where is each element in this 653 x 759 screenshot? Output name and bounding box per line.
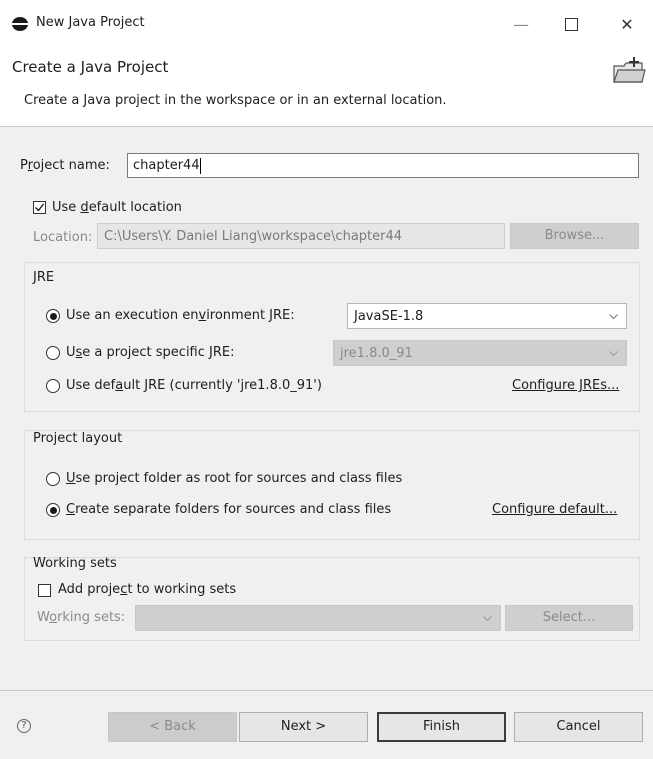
location-input[interactable]: C:\Users\Y. Daniel Liang\workspace\chapt… [97,223,505,249]
select-working-sets-button[interactable]: Select... [505,605,633,631]
next-button[interactable]: Next > [239,712,368,742]
checkmark-icon [35,203,45,212]
separate-folders-label: Create separate folders for sources and … [66,502,392,517]
close-button[interactable]: ✕ [604,10,650,40]
eclipse-app-icon [12,17,28,31]
project-folder-root-label: Use project folder as root for sources a… [66,471,403,486]
chevron-down-icon [609,351,618,357]
separate-folders-radio[interactable] [46,503,60,517]
new-project-folder-icon [613,57,646,83]
execution-env-select[interactable]: JavaSE-1.8 [347,303,627,329]
working-sets-group-label: Working sets [33,556,117,571]
chevron-down-icon [483,616,492,622]
configure-jres-link[interactable]: Configure JREs... [512,378,619,393]
add-to-working-sets-checkbox[interactable] [38,584,51,597]
browse-button[interactable]: Browse... [510,223,639,249]
use-default-location-label: Use default location [52,200,182,215]
working-sets-label: Working sets: [37,610,126,625]
text-cursor [200,158,201,174]
maximize-icon [564,18,578,31]
execution-env-jre-label: Use an execution environment JRE: [66,308,295,323]
project-specific-jre-label: Use a project specific JRE: [66,345,235,360]
footer-separator [0,690,653,691]
wizard-description: Create a Java project in the workspace o… [24,93,447,108]
project-layout-group-label: Project layout [33,431,123,446]
project-folder-root-radio[interactable] [46,472,60,486]
jre-group-label: JRE [33,270,55,285]
execution-env-jre-radio[interactable] [46,309,60,323]
add-to-working-sets-label: Add project to working sets [58,582,237,597]
window-title: New Java Project [36,15,145,30]
use-default-location-checkbox[interactable] [33,201,46,214]
project-name-label: Project name: [20,158,110,173]
wizard-title: Create a Java Project [12,58,169,76]
back-button[interactable]: < Back [108,712,237,742]
minimize-button[interactable]: — [498,10,544,40]
configure-default-link[interactable]: Configure default... [492,502,617,517]
wizard-header: Create a Java Project Create a Java proj… [0,48,653,127]
location-label: Location: [33,230,93,245]
finish-button[interactable]: Finish [377,712,506,742]
project-name-input[interactable]: chapter44 [127,153,639,178]
default-jre-label: Use default JRE (currently 'jre1.8.0_91'… [66,378,322,393]
default-jre-radio[interactable] [46,379,60,393]
maximize-button[interactable] [548,10,594,40]
cancel-button[interactable]: Cancel [514,712,643,742]
working-sets-select[interactable] [135,605,501,631]
help-icon[interactable]: ? [15,717,33,735]
chevron-down-icon [609,314,618,320]
project-specific-jre-radio[interactable] [46,346,60,360]
title-bar: New Java Project — ✕ [0,0,653,48]
project-jre-select[interactable]: jre1.8.0_91 [333,340,627,366]
